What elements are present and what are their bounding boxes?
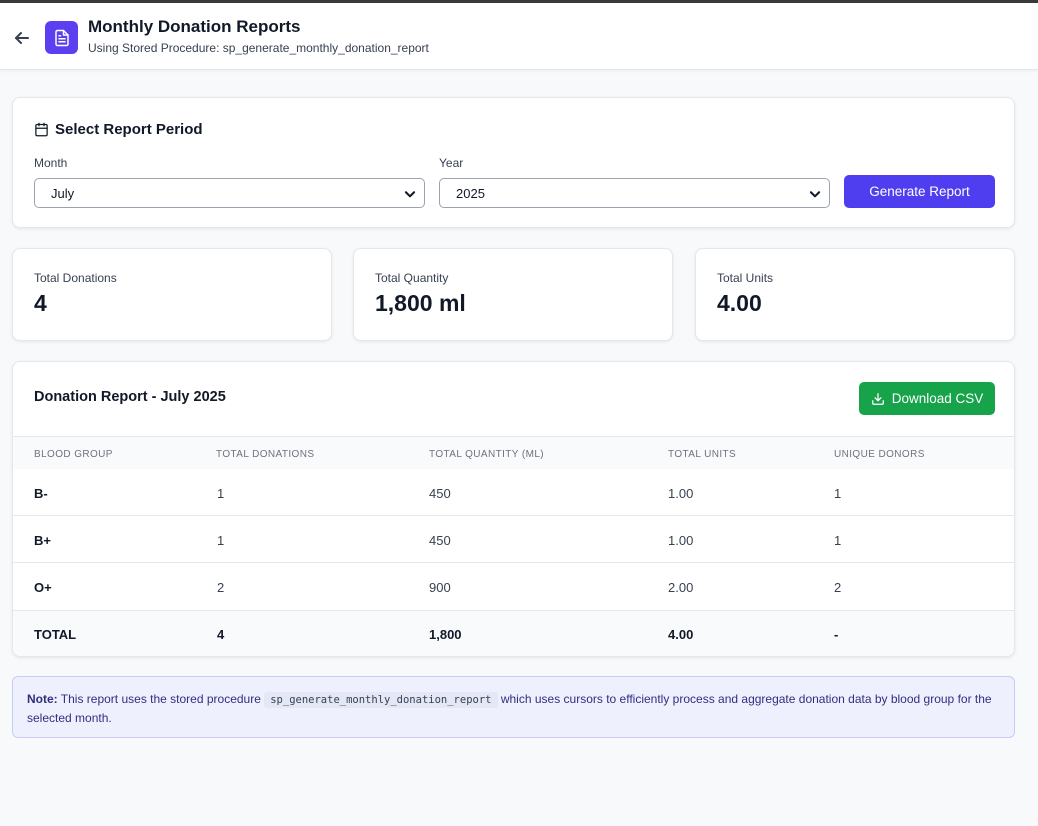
back-arrow-icon[interactable]: [11, 27, 33, 49]
column-header: BLOOD GROUP: [34, 449, 113, 460]
table-row: B- 1 450 1.00 1: [13, 469, 1014, 517]
stat-card-total-donations: Total Donations 4: [12, 248, 332, 341]
cell-total-quantity: 900: [429, 580, 451, 595]
download-csv-button[interactable]: Download CSV: [859, 382, 995, 415]
chevron-down-icon: [403, 187, 417, 204]
stat-label: Total Quantity: [375, 271, 449, 285]
cell-unique-donors: 1: [834, 486, 842, 501]
document-icon: [45, 21, 78, 54]
year-label: Year: [439, 156, 464, 170]
period-heading-text: Select Report Period: [55, 121, 203, 138]
cell-total-donations: 1: [217, 533, 225, 548]
stat-value: 1,800 ml: [375, 290, 466, 316]
column-header: TOTAL UNITS: [668, 449, 737, 460]
procedure-code: sp_generate_monthly_donation_report: [264, 692, 498, 708]
cell-blood-group: B-: [34, 486, 48, 501]
stat-label: Total Donations: [34, 271, 117, 285]
cell-total-units: 1.00: [668, 486, 694, 501]
cell-unique-donors: -: [834, 627, 839, 642]
donation-report-card: Donation Report - July 2025 Download CSV…: [12, 361, 1015, 657]
report-period-card: Select Report Period Month July Year 202…: [12, 97, 1015, 228]
page-header: Monthly Donation Reports Using Stored Pr…: [0, 3, 1038, 70]
cell-total-units: 2.00: [668, 580, 694, 595]
procedure-note: Note: This report uses the stored proced…: [12, 676, 1015, 738]
page-subtitle: Using Stored Procedure: sp_generate_mont…: [88, 41, 429, 55]
period-heading: Select Report Period: [34, 121, 203, 138]
stat-card-total-quantity: Total Quantity 1,800 ml: [353, 248, 673, 341]
month-select[interactable]: July: [34, 178, 425, 208]
cell-blood-group: B+: [34, 533, 51, 548]
stat-value: 4: [34, 290, 47, 316]
cell-unique-donors: 1: [834, 533, 842, 548]
stat-card-total-units: Total Units 4.00: [695, 248, 1015, 341]
column-header: UNIQUE DONORS: [834, 449, 925, 460]
chevron-down-icon: [808, 187, 822, 204]
table-total-row: TOTAL 4 1,800 4.00 -: [13, 610, 1014, 656]
table-header-row: BLOOD GROUP TOTAL DONATIONS TOTAL QUANTI…: [13, 436, 1014, 469]
cell-total-units: 4.00: [668, 627, 694, 642]
cell-blood-group: O+: [34, 580, 52, 595]
note-prefix: Note:: [27, 692, 58, 706]
cell-total-quantity: 450: [429, 533, 451, 548]
table-row: O+ 2 900 2.00 2: [13, 562, 1014, 610]
calendar-icon: [34, 122, 49, 137]
column-header: TOTAL DONATIONS: [216, 449, 315, 460]
year-select[interactable]: 2025: [439, 178, 830, 208]
month-label: Month: [34, 156, 68, 170]
month-select-value: July: [51, 186, 75, 201]
cell-total-quantity: 1,800: [429, 627, 462, 642]
year-select-value: 2025: [456, 186, 485, 201]
cell-total-quantity: 450: [429, 486, 451, 501]
cell-unique-donors: 2: [834, 580, 842, 595]
stat-value: 4.00: [717, 290, 762, 316]
column-header: TOTAL QUANTITY (ML): [429, 449, 545, 460]
download-icon: [871, 392, 885, 406]
download-csv-label: Download CSV: [891, 391, 984, 406]
cell-total-units: 1.00: [668, 533, 694, 548]
cell-total-donations: 2: [217, 580, 225, 595]
page-title: Monthly Donation Reports: [88, 17, 301, 36]
note-text: This report uses the stored procedure: [57, 692, 265, 706]
generate-report-button[interactable]: Generate Report: [844, 175, 995, 208]
table-row: B+ 1 450 1.00 1: [13, 515, 1014, 563]
report-title: Donation Report - July 2025: [34, 389, 226, 405]
stat-label: Total Units: [717, 271, 774, 285]
cell-total-donations: 4: [217, 627, 225, 642]
cell-total-donations: 1: [217, 486, 225, 501]
cell-total-label: TOTAL: [34, 627, 77, 642]
